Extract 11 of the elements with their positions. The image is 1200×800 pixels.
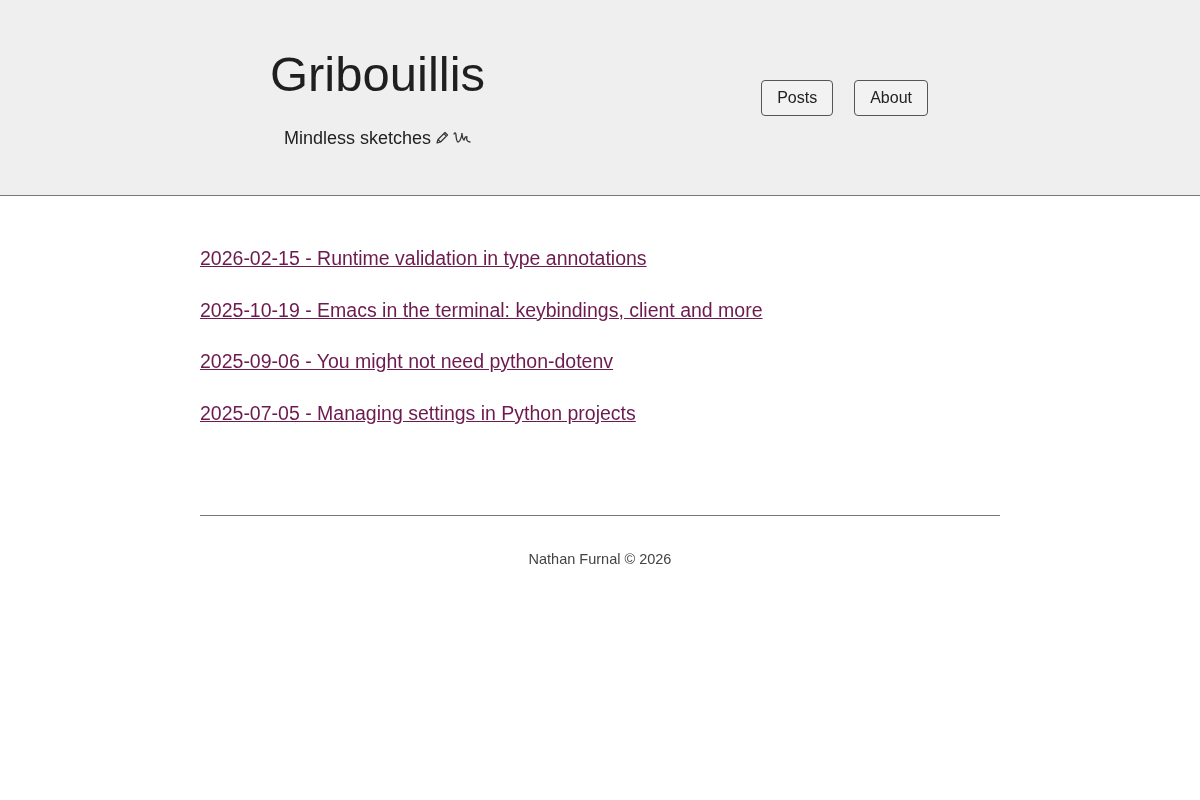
nav-button[interactable]: Posts [761, 79, 834, 116]
post-link[interactable]: 2026-02-15 - Runtime validation in type annotations [200, 246, 647, 270]
footer-copyright: Nathan Furnal © 2026 [527, 549, 673, 569]
post-link[interactable]: 2025-07-05 - Managing settings in Python projects [200, 400, 636, 425]
site-tagline: Mindless sketches [283, 126, 432, 150]
pencil-icon [435, 130, 450, 145]
post-link[interactable]: 2025-09-06 - You might not need python-dotenv [200, 349, 614, 373]
post-link[interactable]: 2025-10-19 - Emacs in the terminal: keybindings, client and more [200, 297, 763, 322]
scribble-icon [453, 131, 472, 144]
nav-button[interactable]: About [854, 79, 928, 116]
site-title: Gribouillis [269, 45, 486, 102]
